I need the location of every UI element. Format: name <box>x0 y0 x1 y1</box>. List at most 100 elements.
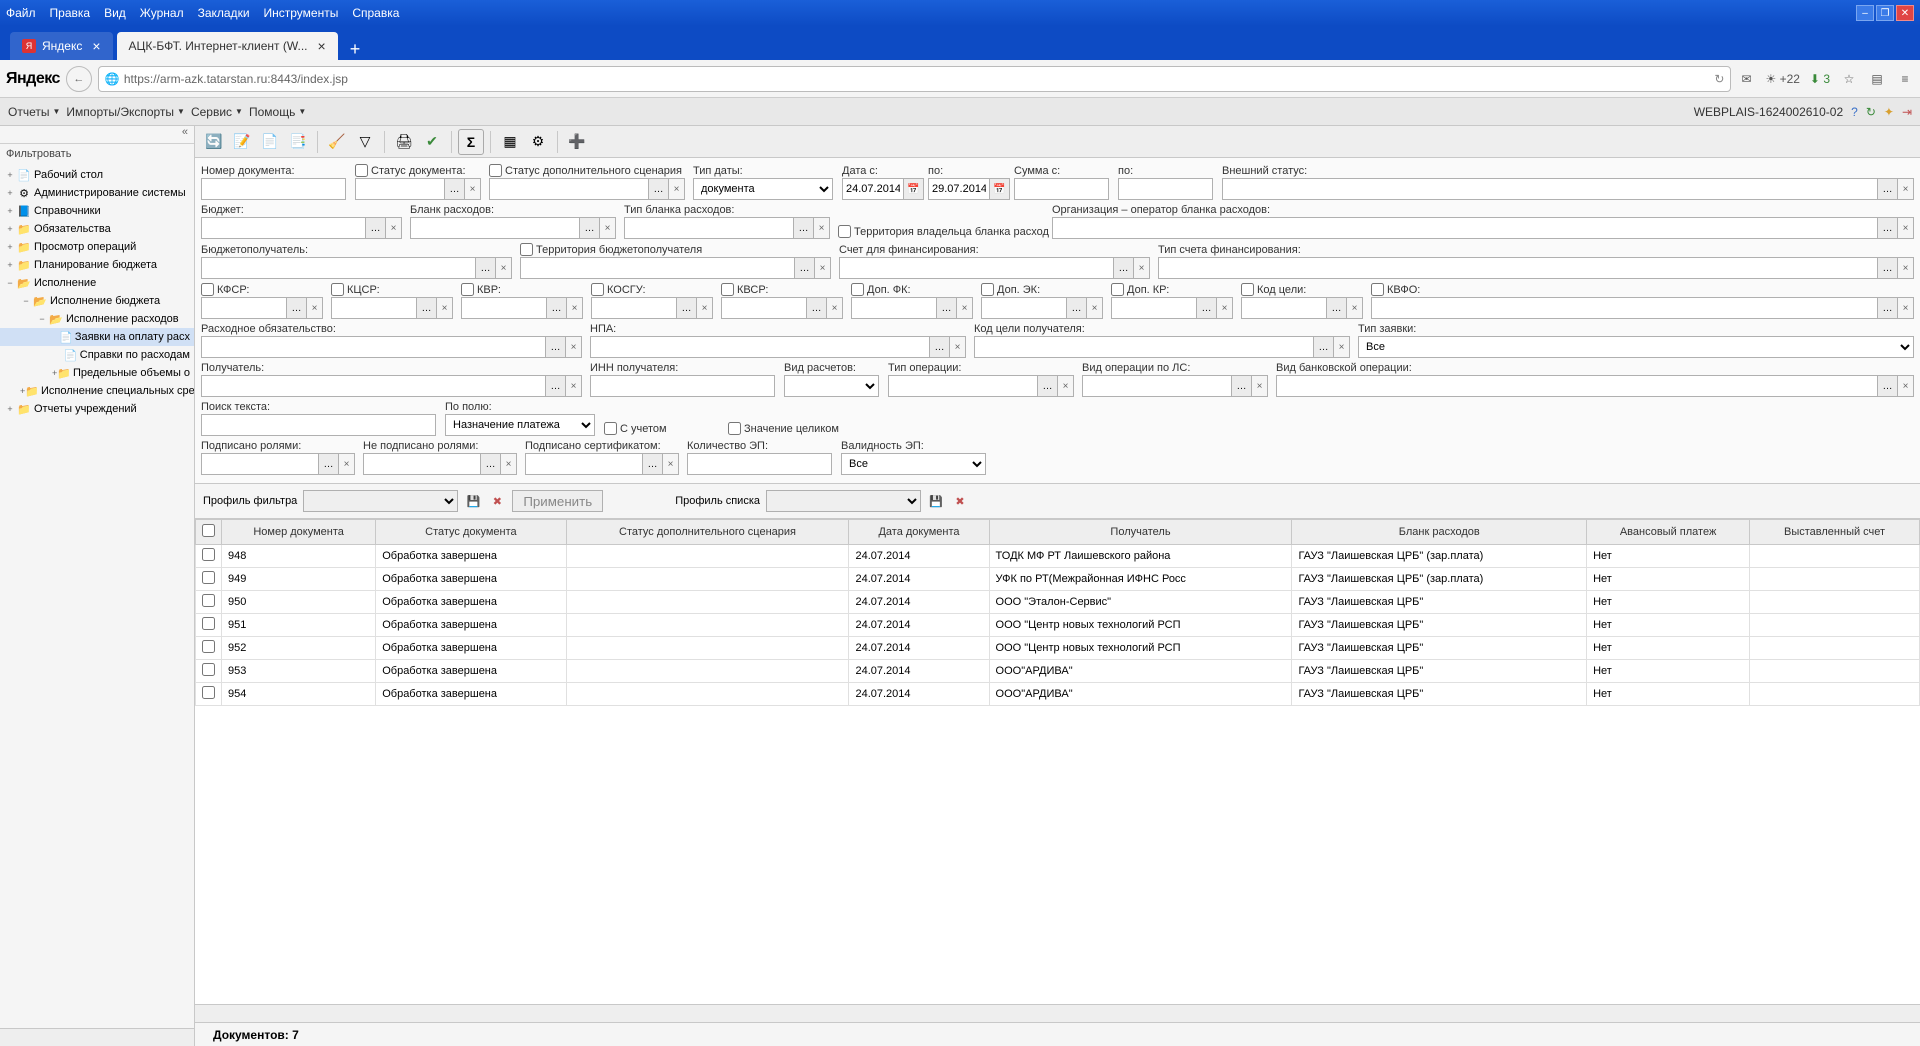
column-header[interactable]: Получатель <box>989 520 1292 545</box>
fin-account-type-input[interactable] <box>1158 257 1878 279</box>
kfsr-check[interactable] <box>201 283 214 296</box>
clear-icon[interactable]: × <box>815 257 831 279</box>
url-input[interactable]: 🌐 https://arm-azk.tatarstan.ru:8443/inde… <box>98 66 1732 92</box>
clear-icon[interactable]: × <box>1252 375 1268 397</box>
calendar-icon[interactable]: 📅 <box>990 178 1010 200</box>
menu-edit[interactable]: Правка <box>50 6 91 20</box>
clear-icon[interactable]: × <box>386 217 402 239</box>
kvsr-check[interactable] <box>721 283 734 296</box>
column-header[interactable]: Дата документа <box>849 520 989 545</box>
expand-icon[interactable]: + <box>4 188 16 198</box>
lookup-icon[interactable]: … <box>794 217 814 239</box>
delete-list-icon[interactable]: ✖ <box>951 492 969 510</box>
dopek-input[interactable] <box>981 297 1067 319</box>
dopkr-input[interactable] <box>1111 297 1197 319</box>
window-maximize-button[interactable]: ❐ <box>1876 5 1894 21</box>
lookup-icon[interactable]: … <box>1067 297 1087 319</box>
clear-icon[interactable]: × <box>566 375 582 397</box>
clear-icon[interactable]: × <box>697 297 713 319</box>
dopkr-check[interactable] <box>1111 283 1124 296</box>
recipient-input[interactable] <box>201 375 546 397</box>
lookup-icon[interactable]: … <box>546 336 566 358</box>
ep-count-input[interactable] <box>687 453 832 475</box>
menu-file[interactable]: Файл <box>6 6 36 20</box>
lookup-icon[interactable]: … <box>1038 375 1058 397</box>
menu-help[interactable]: Помощь▼ <box>249 105 306 119</box>
lookup-icon[interactable]: … <box>366 217 386 239</box>
op-type-ls-input[interactable] <box>1082 375 1232 397</box>
dopfk-input[interactable] <box>851 297 937 319</box>
row-check[interactable] <box>202 617 215 630</box>
recipient-inn-input[interactable] <box>590 375 775 397</box>
search-text-input[interactable] <box>201 414 436 436</box>
kvsr-input[interactable] <box>721 297 807 319</box>
tree-node[interactable]: +📁Просмотр операций <box>0 238 194 256</box>
kosgu-input[interactable] <box>591 297 677 319</box>
calendar-icon[interactable]: 📅 <box>904 178 924 200</box>
with-register-check[interactable] <box>604 422 617 435</box>
sum-button[interactable]: Σ <box>458 129 484 155</box>
lookup-icon[interactable]: … <box>795 257 815 279</box>
kcsr-check[interactable] <box>331 283 344 296</box>
expand-icon[interactable]: + <box>4 404 16 414</box>
sidebar-collapse-button[interactable]: « <box>0 126 194 144</box>
row-check[interactable] <box>202 548 215 561</box>
list-profile-select[interactable] <box>766 490 921 512</box>
add-scenario-check[interactable] <box>489 164 502 177</box>
clear-icon[interactable]: × <box>669 178 685 200</box>
clear-icon[interactable]: × <box>437 297 453 319</box>
table-row[interactable]: 950Обработка завершена24.07.2014ООО "Эта… <box>196 591 1920 614</box>
date-from-input[interactable] <box>842 178 904 200</box>
menu-history[interactable]: Журнал <box>140 6 184 20</box>
tree-node[interactable]: −📂Исполнение бюджета <box>0 292 194 310</box>
org-operator-input[interactable] <box>1052 217 1878 239</box>
row-check[interactable] <box>202 686 215 699</box>
kvfo-input[interactable] <box>1371 297 1878 319</box>
lookup-icon[interactable]: … <box>417 297 437 319</box>
op-type-input[interactable] <box>888 375 1038 397</box>
kvfo-check[interactable] <box>1371 283 1384 296</box>
clear-icon[interactable]: × <box>496 257 512 279</box>
edit-button[interactable]: 📝 <box>229 129 255 155</box>
delete-profile-icon[interactable]: ✖ <box>488 492 506 510</box>
clear-icon[interactable]: × <box>814 217 830 239</box>
tree-node[interactable]: −📂Исполнение расходов <box>0 310 194 328</box>
request-type-select[interactable]: Все <box>1358 336 1914 358</box>
tree-node[interactable]: +📁Отчеты учреждений <box>0 400 194 418</box>
hamburger-icon[interactable]: ≡ <box>1896 72 1914 86</box>
window-minimize-button[interactable]: – <box>1856 5 1874 21</box>
column-header[interactable]: Бланк расходов <box>1292 520 1587 545</box>
ep-validity-select[interactable]: Все <box>841 453 986 475</box>
reload-icon[interactable]: ↻ <box>1714 72 1724 86</box>
clear-icon[interactable]: × <box>567 297 583 319</box>
add-scenario-input[interactable] <box>489 178 649 200</box>
lookup-icon[interactable]: … <box>580 217 600 239</box>
lookup-icon[interactable]: … <box>1314 336 1334 358</box>
tree-node[interactable]: +⚙Администрирование системы <box>0 184 194 202</box>
save-list-icon[interactable]: 💾 <box>927 492 945 510</box>
ext-status-input[interactable] <box>1222 178 1878 200</box>
filter-profile-select[interactable] <box>303 490 458 512</box>
expense-commitment-input[interactable] <box>201 336 546 358</box>
columns-button[interactable]: ▦ <box>497 129 523 155</box>
clear-icon[interactable]: × <box>1898 217 1914 239</box>
bookmark-star-icon[interactable]: ☆ <box>1840 72 1858 86</box>
grid-wrapper[interactable]: Номер документаСтатус документаСтатус до… <box>195 519 1920 1004</box>
menu-imports[interactable]: Импорты/Экспорты▼ <box>66 105 185 119</box>
lookup-icon[interactable]: … <box>1878 257 1898 279</box>
clear-icon[interactable]: × <box>307 297 323 319</box>
new-button[interactable]: 📄 <box>257 129 283 155</box>
column-header[interactable] <box>196 520 222 545</box>
row-check[interactable] <box>202 663 215 676</box>
bank-op-type-input[interactable] <box>1276 375 1878 397</box>
clear-icon[interactable]: × <box>1217 297 1233 319</box>
help-icon[interactable]: ? <box>1851 105 1858 119</box>
clear-icon[interactable]: × <box>501 453 517 475</box>
kosgu-check[interactable] <box>591 283 604 296</box>
table-row[interactable]: 953Обработка завершена24.07.2014ООО"АРДИ… <box>196 660 1920 683</box>
tab-close-icon[interactable]: × <box>92 38 100 54</box>
add-record-button[interactable]: ➕ <box>564 129 590 155</box>
tree-node[interactable]: +📘Справочники <box>0 202 194 220</box>
window-close-button[interactable]: ✕ <box>1896 5 1914 21</box>
signed-roles-input[interactable] <box>201 453 319 475</box>
